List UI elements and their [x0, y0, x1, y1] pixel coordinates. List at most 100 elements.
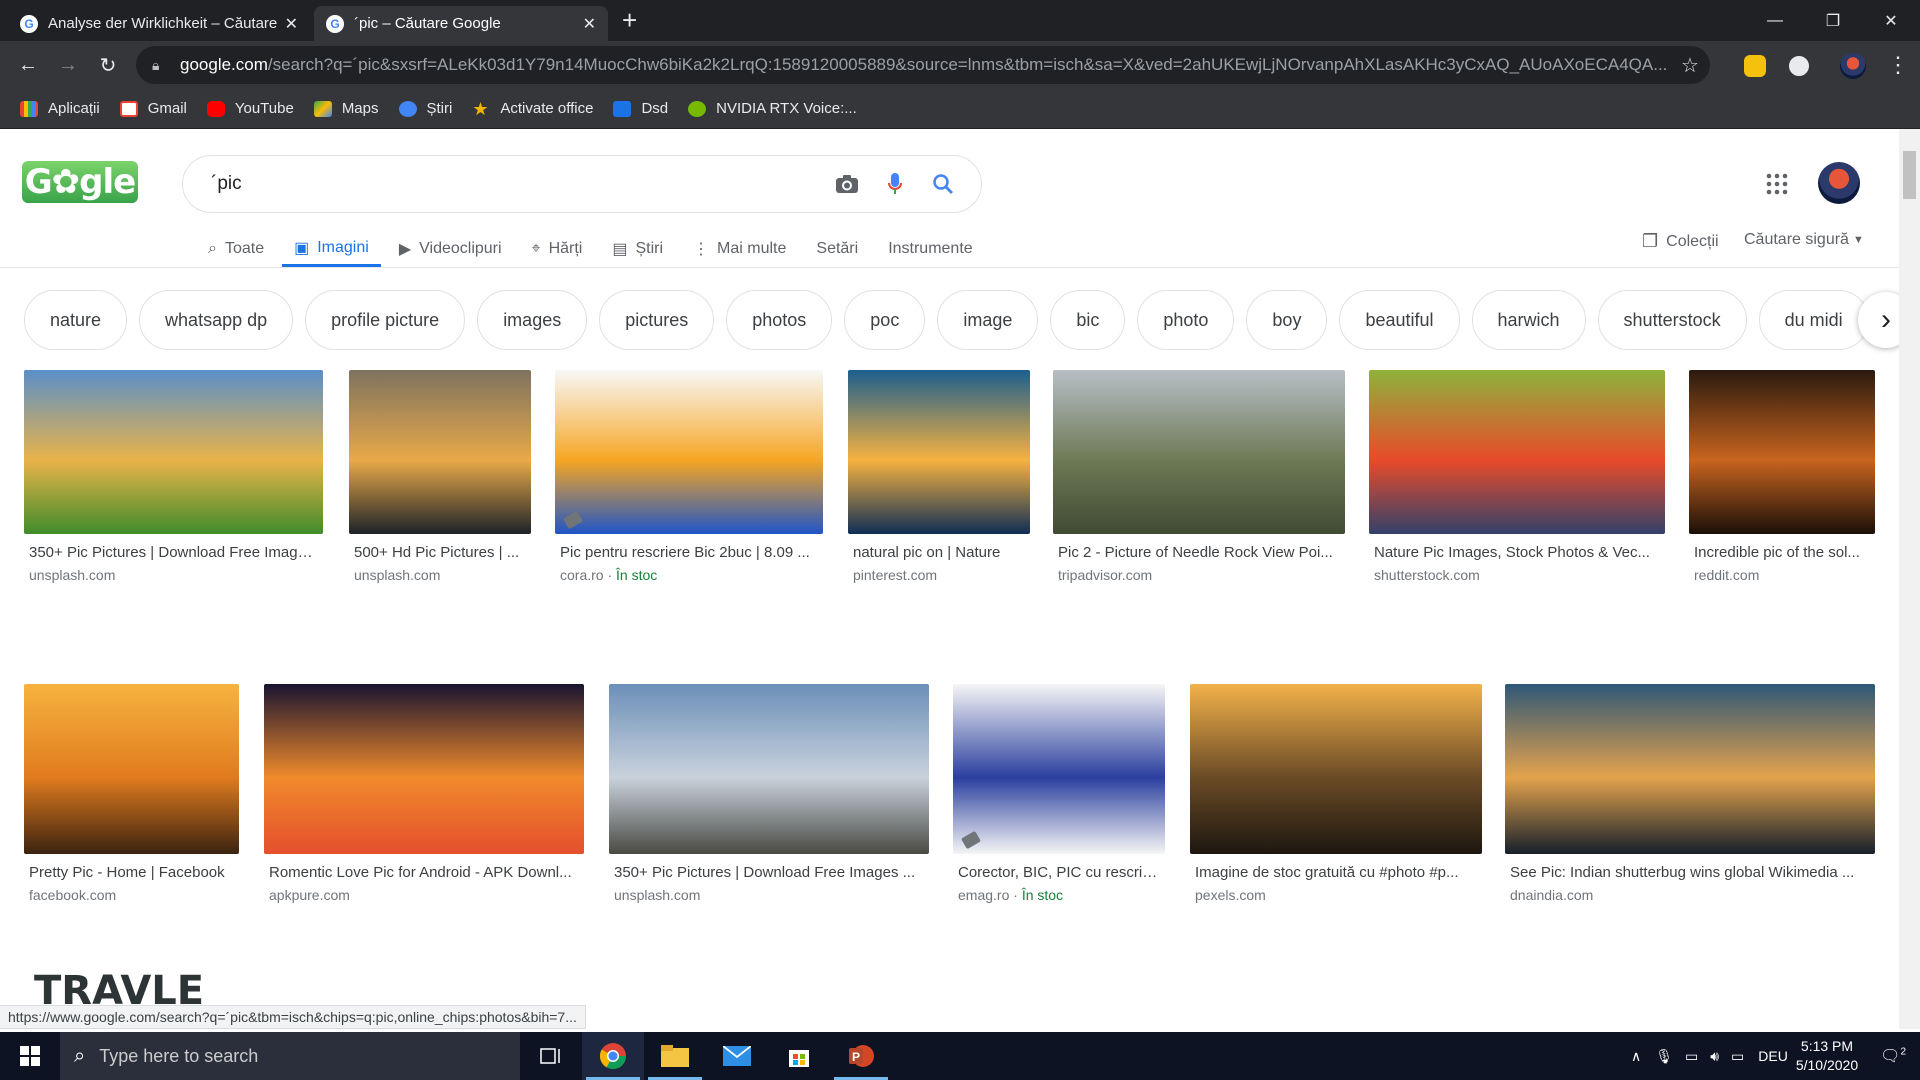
- volume-icon[interactable]: 🔊︎: [1710, 1048, 1719, 1065]
- search-box[interactable]: ´pic: [182, 155, 982, 213]
- tab-settings[interactable]: Setări: [816, 221, 858, 267]
- account-avatar[interactable]: [1818, 162, 1860, 204]
- taskbar-search[interactable]: ⌕ Type here to search: [60, 1032, 520, 1080]
- chrome-taskbar-icon[interactable]: [582, 1032, 644, 1080]
- result-caption[interactable]: See Pic: Indian shutterbug wins global W…: [1510, 864, 1872, 881]
- result-caption[interactable]: 350+ Pic Pictures | Download Free Images…: [614, 864, 926, 881]
- result-caption[interactable]: Imagine de stoc gratuită cu #photo #p...: [1195, 864, 1479, 881]
- bookmark-dsd[interactable]: Dsd: [613, 100, 668, 117]
- google-apps-icon[interactable]: [1765, 172, 1789, 196]
- result-caption[interactable]: Nature Pic Images, Stock Photos & Vec...: [1374, 544, 1662, 561]
- windows-start-icon[interactable]: [0, 1032, 60, 1080]
- close-window-icon[interactable]: ✕: [1862, 0, 1920, 41]
- task-view-icon[interactable]: [520, 1032, 582, 1080]
- chevron-up-icon[interactable]: ∧: [1631, 1048, 1641, 1065]
- result-caption[interactable]: 350+ Pic Pictures | Download Free Images…: [29, 544, 320, 561]
- result-thumbnail[interactable]: [1689, 370, 1875, 534]
- result-caption[interactable]: 500+ Hd Pic Pictures | ...: [354, 544, 528, 561]
- address-bar[interactable]: 🔒︎ google.com/search?q=´pic&sxsrf=ALeKk0…: [136, 46, 1710, 84]
- google-doodle-logo[interactable]: G✿gle: [22, 161, 138, 203]
- chip[interactable]: harwich: [1471, 290, 1586, 350]
- notifications-icon[interactable]: 🗨︎2: [1880, 1046, 1906, 1066]
- chip[interactable]: pictures: [599, 290, 715, 350]
- menu-kebab-icon[interactable]: ⋮: [1880, 47, 1916, 83]
- result-thumbnail[interactable]: [264, 684, 584, 854]
- microphone-icon[interactable]: [875, 164, 915, 204]
- search-icon[interactable]: [923, 164, 963, 204]
- close-tab-icon[interactable]: ✕: [583, 14, 596, 34]
- tab-news[interactable]: ▤ Știri: [612, 221, 663, 267]
- chip[interactable]: photos: [726, 290, 833, 350]
- battery-icon[interactable]: ▭: [1731, 1048, 1744, 1065]
- result-thumbnail[interactable]: [1505, 684, 1875, 854]
- chip[interactable]: photo: [1137, 290, 1235, 350]
- bookmark-news[interactable]: Știri: [398, 100, 452, 117]
- chip[interactable]: image: [937, 290, 1039, 350]
- language-indicator[interactable]: DEU: [1758, 1048, 1788, 1064]
- powerpoint-icon[interactable]: P: [830, 1032, 892, 1080]
- browser-tab-1[interactable]: G Analyse der Wirklichkeit – Căutare ✕: [8, 6, 310, 41]
- result-caption[interactable]: Incredible pic of the sol...: [1694, 544, 1872, 561]
- collections-link[interactable]: ❐ Colecții: [1642, 231, 1719, 252]
- result-caption[interactable]: Pic pentru rescriere Bic 2buc | 8.09 ...: [560, 544, 820, 561]
- camera-icon[interactable]: [827, 164, 867, 204]
- result-thumbnail[interactable]: [789, 966, 971, 1028]
- new-tab-icon[interactable]: +: [622, 6, 637, 34]
- chip[interactable]: beautiful: [1339, 290, 1460, 350]
- chip[interactable]: nature: [24, 290, 128, 350]
- bookmark-nvidia[interactable]: NVIDIA RTX Voice:...: [688, 100, 857, 117]
- result-thumbnail[interactable]: [24, 370, 323, 534]
- browser-tab-2[interactable]: G ´pic – Căutare Google ✕: [314, 6, 608, 41]
- tab-maps[interactable]: ⌖ Hărți: [532, 221, 583, 267]
- result-caption[interactable]: Pretty Pic - Home | Facebook: [29, 864, 236, 881]
- search-input[interactable]: ´pic: [211, 173, 819, 195]
- microphone-icon[interactable]: 🎙︎: [1655, 1048, 1673, 1065]
- chip[interactable]: images: [477, 290, 588, 350]
- scrollbar-thumb[interactable]: [1903, 151, 1916, 199]
- restore-icon[interactable]: ❐: [1804, 0, 1862, 41]
- reload-icon[interactable]: ↻: [90, 47, 126, 83]
- bookmark-gmail[interactable]: Gmail: [119, 100, 187, 117]
- result-thumbnail[interactable]: [1551, 966, 1875, 1028]
- tab-tools[interactable]: Instrumente: [888, 221, 972, 267]
- back-icon[interactable]: ←: [10, 47, 46, 83]
- chip[interactable]: poc: [844, 290, 926, 350]
- tab-videos[interactable]: ▶ Videoclipuri: [399, 221, 502, 267]
- result-thumbnail[interactable]: [1053, 370, 1345, 534]
- chip[interactable]: whatsapp dp: [139, 290, 294, 350]
- close-tab-icon[interactable]: ✕: [285, 14, 298, 34]
- taskbar-clock[interactable]: 5:13 PM 5/10/2020: [1796, 1037, 1858, 1075]
- network-icon[interactable]: ▭: [1685, 1048, 1698, 1065]
- result-thumbnail[interactable]: [1190, 684, 1482, 854]
- chip[interactable]: du midi: [1758, 290, 1869, 350]
- bookmark-activate-office[interactable]: ★ Activate office: [472, 100, 593, 118]
- result-caption[interactable]: Corector, BIC, PIC cu rescrie...: [958, 864, 1162, 881]
- bookmark-apps[interactable]: Aplicații: [20, 100, 100, 117]
- bookmark-star-icon[interactable]: ☆: [1670, 53, 1710, 78]
- chip[interactable]: profile picture: [305, 290, 466, 350]
- result-thumbnail[interactable]: [953, 684, 1165, 854]
- safe-search-dropdown[interactable]: Căutare sigură ▼: [1744, 231, 1864, 249]
- page-scrollbar[interactable]: [1899, 129, 1920, 1029]
- bookmark-maps[interactable]: Maps: [313, 100, 379, 117]
- result-thumbnail[interactable]: [555, 370, 823, 534]
- tab-more[interactable]: ⋮ Mai multe: [693, 221, 786, 267]
- result-thumbnail[interactable]: [349, 370, 531, 534]
- forward-icon[interactable]: →: [50, 47, 86, 83]
- file-explorer-icon[interactable]: [644, 1032, 706, 1080]
- extension-icon[interactable]: [1786, 53, 1812, 79]
- result-thumbnail[interactable]: [24, 684, 239, 854]
- store-icon[interactable]: [768, 1032, 830, 1080]
- extension-hand-icon[interactable]: [1744, 55, 1766, 77]
- address-url[interactable]: google.com/search?q=´pic&sxsrf=ALeKk03d1…: [180, 55, 1670, 75]
- chip[interactable]: bic: [1050, 290, 1126, 350]
- result-caption[interactable]: Romentic Love Pic for Android - APK Down…: [269, 864, 581, 881]
- profile-avatar-icon[interactable]: [1840, 53, 1866, 79]
- result-caption[interactable]: natural pic on | Nature: [853, 544, 1027, 561]
- chip[interactable]: shutterstock: [1597, 290, 1747, 350]
- bookmark-youtube[interactable]: YouTube: [206, 100, 294, 117]
- minimize-icon[interactable]: —: [1746, 0, 1804, 41]
- result-thumbnail[interactable]: [1344, 966, 1526, 1028]
- tab-all[interactable]: ⌕ Toate: [208, 221, 264, 267]
- mail-icon[interactable]: [706, 1032, 768, 1080]
